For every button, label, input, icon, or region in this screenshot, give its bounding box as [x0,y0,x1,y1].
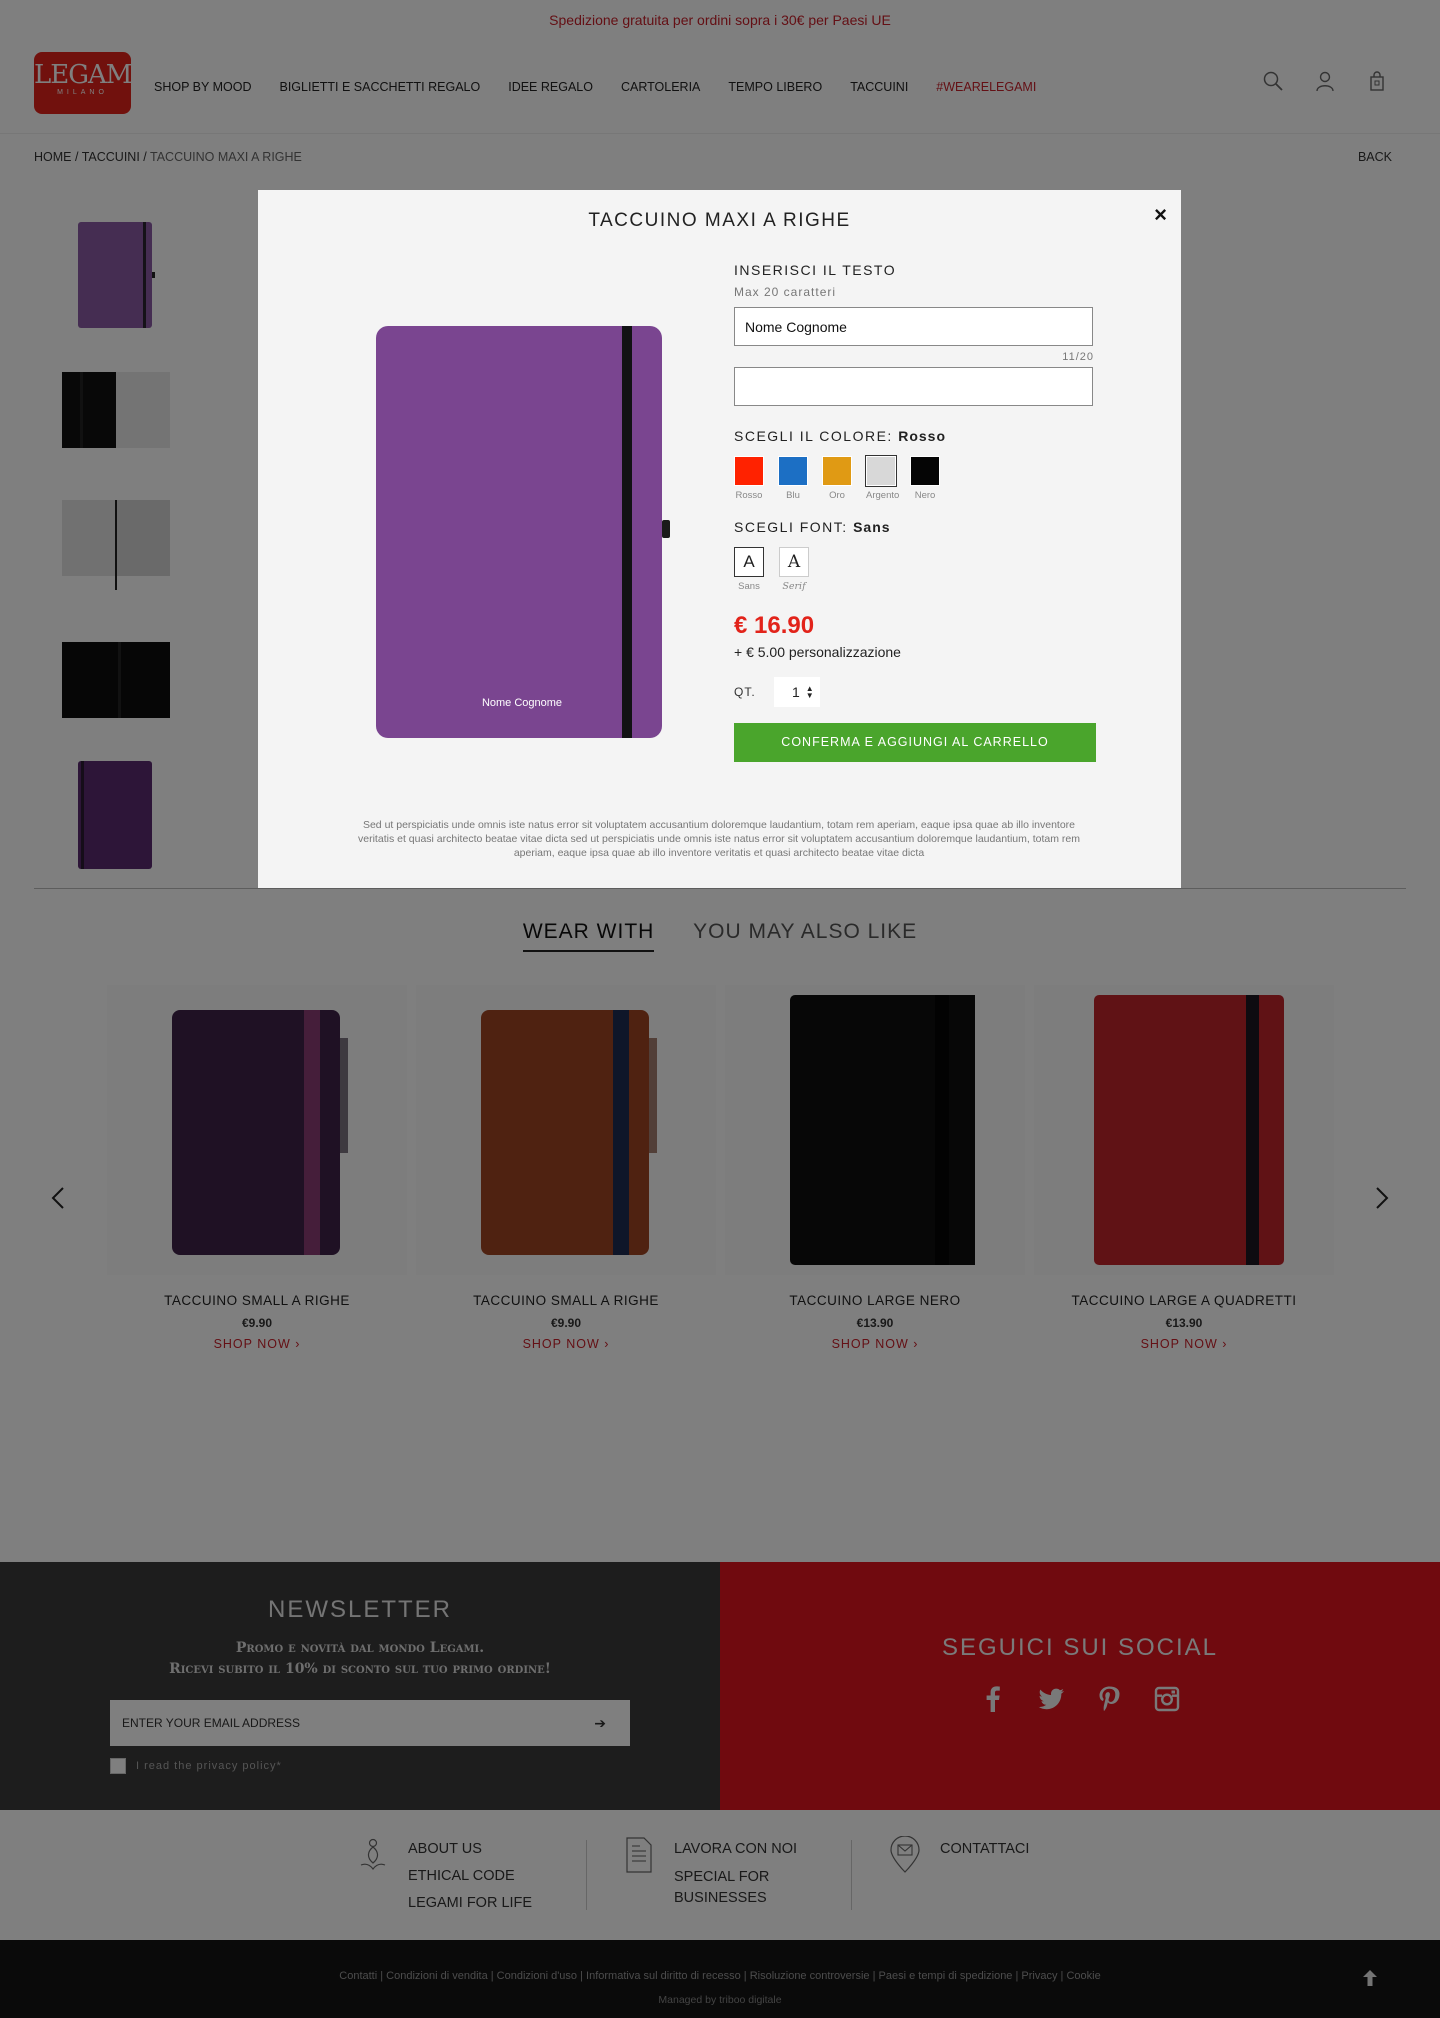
font-label: SCEGLI FONT: Sans [734,519,1094,535]
char-counter: 11/20 [1062,351,1094,363]
font-glyph[interactable]: A [779,547,809,577]
notebook-engraving: Nome Cognome [482,697,562,709]
product-description: Sed ut perspiciatis unde omnis iste natu… [358,819,1080,859]
personalize-modal: TACCUINO MAXI A RIGHE × Nome Cognome INS… [258,190,1181,888]
font-glyph[interactable]: A [734,547,764,577]
confirm-add-to-cart-button[interactable]: CONFERMA E AGGIUNGI AL CARRELLO [734,723,1096,762]
quantity-row: QT. 1 ▲ ▼ [734,677,1094,707]
color-swatch-blu[interactable]: Blu [778,456,808,501]
close-icon[interactable]: × [1154,202,1167,228]
font-option-serif[interactable]: A Serif [779,547,809,592]
personalize-form: INSERISCI IL TESTO Max 20 caratteri 11/2… [734,262,1096,762]
engraving-line-1[interactable] [734,307,1093,346]
font-caption: Sans [738,581,760,592]
price: € 16.90 [734,612,815,639]
swatch-caption: Blu [786,490,800,501]
swatch-box[interactable] [865,455,897,487]
font-options: A Sans A Serif [734,547,1094,592]
selected-color: Rosso [898,428,946,444]
stepper-arrows-icon[interactable]: ▲ ▼ [806,685,814,700]
swatch-box[interactable] [734,456,764,486]
swatch-caption: Rosso [735,490,763,501]
font-caption: Serif [782,581,806,592]
personalization-fee: + € 5.00 personalizzazione [734,644,901,660]
color-swatches: Rosso Blu Oro Argento Nero [734,455,1094,501]
selected-font: Sans [853,519,891,535]
color-label: SCEGLI IL COLORE: Rosso [734,428,1094,444]
color-swatch-nero[interactable]: Nero [910,456,940,501]
swatch-caption: Nero [914,490,936,501]
color-label-text: SCEGLI IL COLORE: [734,428,893,444]
modal-title: TACCUINO MAXI A RIGHE [588,210,851,231]
swatch-box[interactable] [822,456,852,486]
quantity-label: QT. [734,685,756,699]
quantity-stepper[interactable]: 1 ▲ ▼ [773,677,820,707]
color-swatch-rosso[interactable]: Rosso [734,456,764,501]
swatch-caption: Argento [866,490,900,501]
swatch-box[interactable] [778,456,808,486]
engraving-line-2[interactable] [734,367,1093,406]
color-swatch-argento[interactable]: Argento [865,455,900,501]
notebook-preview: Nome Cognome [374,324,680,742]
font-option-sans[interactable]: A Sans [734,547,764,592]
max-chars-hint: Max 20 caratteri [734,285,837,299]
text-label: INSERISCI IL TESTO [734,262,897,278]
font-label-text: SCEGLI FONT: [734,519,848,535]
color-swatch-oro[interactable]: Oro [822,456,852,501]
swatch-caption: Oro [829,490,845,501]
quantity-value: 1 [791,684,800,700]
swatch-box[interactable] [910,456,940,486]
